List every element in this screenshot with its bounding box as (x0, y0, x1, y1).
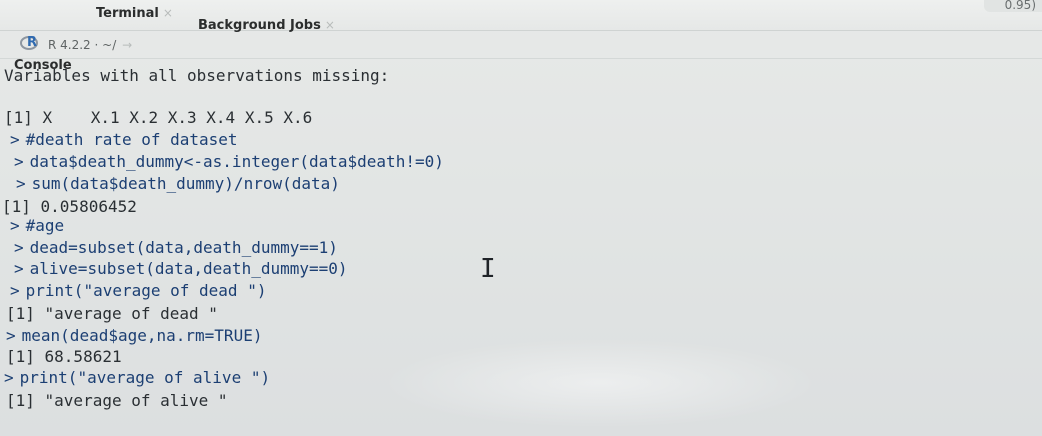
console-line: [1] X X.1 X.2 X.3 X.4 X.5 X.6 (4, 108, 312, 127)
console-line: > print("average of dead ") (10, 281, 266, 300)
prompt-symbol: > (10, 281, 20, 300)
console-line: [1] "average of alive " (6, 391, 228, 410)
pane-tab-bar: Console Terminal × Background Jobs × 0.95) (0, 0, 1042, 73)
console-line: > mean(dead$age,na.rm=TRUE) (6, 326, 262, 345)
console-line: > #age (10, 216, 64, 235)
close-icon[interactable]: × (163, 6, 173, 20)
tab-terminal-label: Terminal (96, 6, 159, 21)
console-line-text: print("average of dead ") (25, 281, 267, 300)
console-line: > alive=subset(data,death_dummy==0) (14, 259, 348, 278)
tab-terminal[interactable]: Terminal × (96, 6, 173, 21)
console-line: [1] 68.58621 (6, 347, 122, 366)
console-output[interactable]: Variables with all observations missing:… (0, 58, 1042, 436)
console-line: > #death rate of dataset (10, 130, 238, 149)
text-cursor-icon: I (480, 254, 496, 284)
console-line-text: Variables with all observations missing: (4, 66, 390, 85)
console-line: [1] "average of dead " (6, 304, 218, 323)
prompt-symbol: > (14, 259, 24, 278)
console-line-text: [1] X X.1 X.2 X.3 X.4 X.5 X.6 (4, 108, 313, 127)
console-line-text: mean(dead$age,na.rm=TRUE) (21, 326, 263, 345)
console-line-text: print("average of alive ") (19, 368, 271, 387)
console-line-text: [1] "average of alive " (6, 391, 228, 410)
r-version: R 4.2.2 (48, 38, 91, 52)
prompt-symbol: > (14, 238, 24, 257)
prompt-symbol: > (6, 326, 16, 345)
console-line-text: #death rate of dataset (25, 130, 238, 149)
console-line-text: dead=subset(data,death_dummy==1) (29, 238, 338, 257)
console-line-text: [1] 68.58621 (6, 347, 122, 366)
console-path-bar: R R 4.2.2 · ~/ → (0, 30, 1042, 59)
r-logo-icon: R (20, 35, 38, 50)
console-line-text: sum(data$death_dummy)/nrow(data) (31, 174, 340, 193)
console-line: > data$death_dummy<-as.integer(data$death… (14, 152, 444, 171)
working-directory: R 4.2.2 · ~/ → (48, 38, 132, 52)
console-line-text: #age (25, 216, 65, 235)
prompt-symbol: > (10, 216, 20, 235)
prompt-symbol: > (10, 130, 20, 149)
prompt-symbol: > (16, 174, 26, 193)
console-line: > print("average of alive ") (4, 368, 270, 387)
console-line-text: data$death_dummy<-as.integer(data$death!… (29, 152, 444, 171)
console-line-text: [1] 0.05806452 (2, 197, 137, 216)
console-line: > dead=subset(data,death_dummy==1) (14, 238, 338, 257)
corner-badge: 0.95) (984, 0, 1042, 12)
console-line-text: alive=subset(data,death_dummy==0) (29, 259, 348, 278)
path-dir[interactable]: ~/ (102, 38, 116, 52)
console-line: Variables with all observations missing: (4, 66, 389, 85)
prompt-symbol: > (14, 152, 24, 171)
path-separator: · (94, 38, 99, 52)
console-line: [1] 0.05806452 (2, 197, 137, 216)
go-to-directory-icon[interactable]: → (122, 38, 132, 52)
console-line-text: [1] "average of dead " (6, 304, 218, 323)
prompt-symbol: > (4, 368, 14, 387)
console-line: > sum(data$death_dummy)/nrow(data) (16, 174, 340, 193)
